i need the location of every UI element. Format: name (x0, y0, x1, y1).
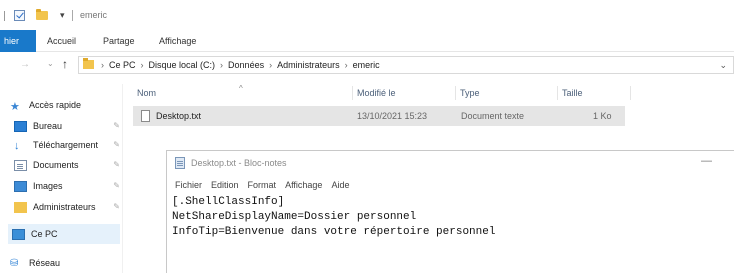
download-icon: ↓ (14, 139, 20, 152)
pin-icon[interactable]: ✎ (113, 121, 120, 130)
notepad-icon (175, 157, 185, 169)
file-name: Desktop.txt (156, 111, 202, 121)
recent-locations-icon[interactable]: ⌄ (47, 59, 54, 68)
address-dropdown-icon[interactable]: ⌄ (719, 60, 727, 71)
text-line: NetShareDisplayName=Dossier personnel (172, 211, 417, 223)
sidebar-item-images[interactable]: Images ✎ (14, 177, 120, 195)
pin-icon[interactable]: ✎ (113, 160, 120, 169)
notepad-title-bar[interactable]: Desktop.txt - Bloc-notes — (167, 151, 734, 175)
tab-affichage[interactable]: Affichage (159, 36, 196, 46)
sidebar-item-documents[interactable]: Documents ✎ (14, 156, 120, 174)
quick-access-dropdown-icon[interactable]: ▾ (60, 10, 65, 21)
menu-edition[interactable]: Edition (211, 177, 239, 193)
column-divider[interactable] (352, 86, 353, 100)
menu-aide[interactable]: Aide (331, 177, 349, 193)
pin-icon[interactable]: ✎ (113, 140, 120, 149)
navigation-pane: ★ Accès rapide Bureau ✎ ↓ Téléchargement… (0, 90, 122, 273)
new-folder-icon[interactable] (36, 9, 48, 20)
tab-accueil[interactable]: Accueil (47, 36, 76, 46)
column-divider[interactable] (557, 86, 558, 100)
menu-affichage[interactable]: Affichage (285, 177, 322, 193)
breadcrumb-disque-local[interactable]: Disque local (C:) (149, 60, 216, 70)
table-row[interactable]: Desktop.txt 13/10/2021 15:23 Document te… (133, 106, 625, 126)
breadcrumb-donnees[interactable]: Données (228, 60, 264, 70)
breadcrumb-emeric[interactable]: emeric (353, 60, 380, 70)
pc-icon (12, 228, 25, 240)
documents-icon (14, 159, 27, 171)
sidebar-item-bureau[interactable]: Bureau ✎ (14, 117, 120, 135)
up-arrow-icon[interactable]: ↑ (62, 57, 68, 71)
notepad-title: Desktop.txt - Bloc-notes (191, 158, 287, 168)
column-header-name[interactable]: Nom (137, 88, 156, 98)
folder-icon (14, 201, 27, 213)
pin-icon[interactable]: ✎ (113, 181, 120, 190)
sidebar-item-label: Bureau (33, 121, 63, 131)
ribbon-tabs: hier Accueil Partage Affichage (0, 30, 734, 52)
breadcrumb-separator: › (269, 60, 273, 70)
sidebar-item-telechargements[interactable]: ↓ Téléchargement ✎ (14, 136, 120, 154)
notepad-window: Desktop.txt - Bloc-notes — Fichier Editi… (166, 150, 734, 273)
column-header-size[interactable]: Taille (562, 88, 583, 98)
column-header-modified[interactable]: Modifié le (357, 88, 396, 98)
breadcrumb-separator: › (140, 60, 144, 70)
sidebar-item-label: Images (33, 181, 63, 191)
sidebar-item-label: Ce PC (31, 229, 58, 239)
title-bar: ▾ emeric (0, 0, 734, 30)
quick-access-separator (4, 11, 5, 21)
pane-divider (122, 84, 123, 273)
breadcrumb-separator: › (220, 60, 224, 70)
text-line: [.ShellClassInfo] (172, 196, 285, 208)
forward-arrow-icon[interactable]: → (20, 59, 30, 70)
sidebar-item-reseau[interactable]: ⛁ Réseau (10, 254, 120, 272)
sidebar-item-ce-pc[interactable]: Ce PC (8, 224, 120, 244)
pin-icon[interactable]: ✎ (113, 202, 120, 211)
properties-icon[interactable] (14, 10, 25, 21)
breadcrumb-separator: › (101, 60, 104, 70)
column-headers: ^ Nom Modifié le Type Taille (130, 84, 734, 102)
sidebar-item-label: Téléchargement (33, 140, 99, 150)
navigation-bar: → ⌄ ↑ › Ce PC › Disque local (C:) › Donn… (0, 52, 734, 78)
file-modified: 13/10/2021 15:23 (357, 111, 428, 121)
folder-icon (83, 58, 94, 69)
column-divider[interactable] (630, 86, 631, 100)
sort-ascending-icon: ^ (239, 84, 243, 93)
column-header-type[interactable]: Type (460, 88, 480, 98)
text-file-icon (141, 110, 150, 122)
breadcrumb-administrateurs[interactable]: Administrateurs (277, 60, 340, 70)
sidebar-item-label: Réseau (29, 258, 61, 268)
breadcrumb-ce-pc[interactable]: Ce PC (109, 60, 136, 70)
breadcrumb-separator: › (344, 60, 348, 70)
notepad-text-area[interactable]: [.ShellClassInfo] NetShareDisplayName=Do… (171, 195, 731, 273)
notepad-menu-bar: Fichier Edition Format Affichage Aide (167, 177, 734, 193)
images-icon (14, 180, 27, 192)
desktop-icon (14, 120, 27, 132)
column-divider[interactable] (455, 86, 456, 100)
sidebar-item-administrateurs[interactable]: Administrateurs ✎ (14, 198, 120, 216)
file-type: Document texte (461, 111, 525, 121)
network-icon: ⛁ (10, 257, 19, 269)
menu-fichier[interactable]: Fichier (175, 177, 202, 193)
address-bar[interactable]: › Ce PC › Disque local (C:) › Données › … (78, 56, 734, 74)
sidebar-item-acces-rapide[interactable]: ★ Accès rapide (10, 96, 120, 114)
star-icon: ★ (10, 100, 20, 113)
sidebar-item-label: Accès rapide (29, 100, 82, 110)
minimize-icon[interactable]: — (701, 155, 712, 167)
text-line: InfoTip=Bienvenue dans votre répertoire … (172, 226, 496, 238)
breadcrumb: › Ce PC › Disque local (C:) › Données › … (101, 60, 380, 70)
sidebar-item-label: Documents (33, 160, 79, 170)
menu-format[interactable]: Format (248, 177, 277, 193)
window-title: emeric (80, 10, 108, 20)
sidebar-item-label: Administrateurs (33, 202, 96, 212)
title-separator (72, 10, 73, 21)
tab-partage[interactable]: Partage (103, 36, 135, 46)
file-size: 1 Ko (593, 111, 612, 121)
tab-file[interactable]: hier (0, 30, 36, 52)
